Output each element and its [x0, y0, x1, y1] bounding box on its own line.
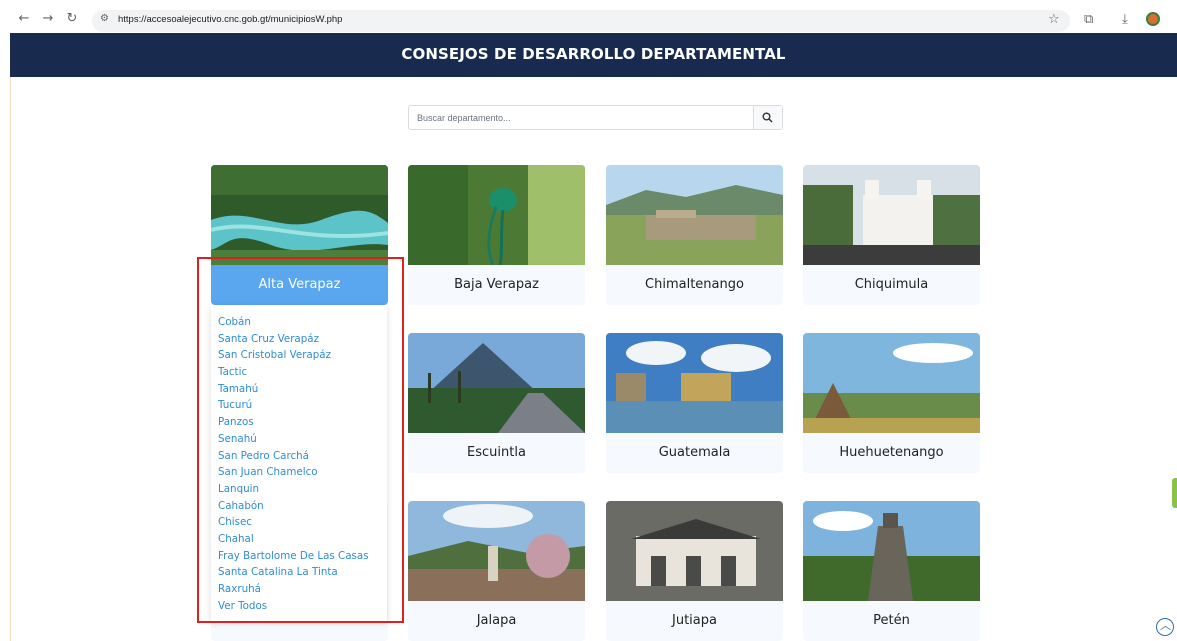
municipio-link[interactable]: Tactic — [211, 364, 387, 381]
municipio-link[interactable]: Cobán — [211, 314, 387, 331]
escuintla-image — [408, 333, 585, 433]
municipio-link[interactable]: Santa Catalina La Tinta — [211, 564, 387, 581]
department-name: Jalapa — [476, 613, 517, 628]
bookmark-star-icon[interactable]: ☆ — [1048, 12, 1060, 28]
chimaltenango-image — [606, 165, 783, 265]
municipio-link[interactable]: Tucurú — [211, 397, 387, 414]
department-name: Baja Verapaz — [454, 277, 539, 292]
municipios-dropdown: Cobán Santa Cruz Verapáz San Cristobal V… — [211, 305, 387, 621]
peten-image — [803, 501, 980, 601]
forward-icon[interactable]: → — [40, 11, 56, 27]
page-header: CONSEJOS DE DESARROLLO DEPARTAMENTAL — [10, 33, 1177, 77]
department-name: Chiquimula — [854, 277, 929, 292]
municipio-link[interactable]: Fray Bartolome De Las Casas — [211, 548, 387, 565]
municipio-link[interactable]: San Pedro Carchá — [211, 448, 387, 465]
department-name: Chimaltenango — [645, 277, 744, 292]
extensions-icon[interactable]: ⧉ — [1084, 12, 1093, 28]
department-name: Huehuetenango — [839, 445, 944, 460]
municipio-link[interactable]: San Juan Chamelco — [211, 464, 387, 481]
download-icon[interactable]: ⤓ — [1122, 12, 1128, 28]
municipio-link[interactable]: San Cristobal Verapáz — [211, 347, 387, 364]
baja-verapaz-image — [408, 165, 585, 265]
huehuetenango-image — [803, 333, 980, 433]
jalapa-image — [408, 501, 585, 601]
municipio-link[interactable]: Chisec — [211, 514, 387, 531]
department-card-jutiapa[interactable]: Jutiapa — [606, 501, 783, 641]
profile-avatar[interactable] — [1146, 12, 1160, 26]
municipio-link[interactable]: Cahabón — [211, 498, 387, 515]
department-name: Guatemala — [658, 445, 731, 460]
department-card-jalapa[interactable]: Jalapa — [408, 501, 585, 641]
search-input[interactable] — [417, 111, 747, 125]
chiquimula-image — [803, 165, 980, 265]
url-text: https://accesoalejecutivo.cnc.gob.gt/mun… — [118, 14, 343, 25]
search-icon — [762, 112, 773, 123]
alta-verapaz-image — [211, 165, 388, 265]
municipio-link[interactable]: Chahal — [211, 531, 387, 548]
department-card-chiquimula[interactable]: Chiquimula — [803, 165, 980, 305]
department-name: Petén — [873, 613, 910, 628]
side-feedback-tab[interactable] — [1172, 478, 1177, 508]
department-card-chimaltenango[interactable]: Chimaltenango — [606, 165, 783, 305]
address-bar[interactable]: ⚙ https://accesoalejecutivo.cnc.gob.gt/m… — [92, 10, 1070, 32]
ver-todos-link[interactable]: Ver Todos — [211, 598, 387, 615]
department-card-escuintla[interactable]: Escuintla — [408, 333, 585, 473]
search-button[interactable] — [753, 106, 782, 129]
municipio-link[interactable]: Lanquin — [211, 481, 387, 498]
department-card-alta-verapaz[interactable]: Alta Verapaz — [211, 165, 388, 305]
reload-icon[interactable]: ↻ — [64, 11, 80, 27]
guatemala-image — [606, 333, 783, 433]
department-card-baja-verapaz[interactable]: Baja Verapaz — [408, 165, 585, 305]
municipio-link[interactable]: Santa Cruz Verapáz — [211, 331, 387, 348]
municipio-link[interactable]: Senahú — [211, 431, 387, 448]
chevron-up-icon: ︿ — [1160, 619, 1171, 632]
department-card-huehuetenango[interactable]: Huehuetenango — [803, 333, 980, 473]
back-icon[interactable]: ← — [16, 11, 32, 27]
municipio-link[interactable]: Tamahú — [211, 381, 387, 398]
search-bar — [408, 105, 783, 130]
department-name: Escuintla — [467, 445, 526, 460]
municipio-link[interactable]: Panzos — [211, 414, 387, 431]
site-info-icon[interactable]: ⚙ — [100, 13, 109, 24]
page-left-border — [10, 77, 11, 641]
municipio-link[interactable]: Raxruhá — [211, 581, 387, 598]
jutiapa-image — [606, 501, 783, 601]
department-name: Alta Verapaz — [211, 265, 388, 305]
department-card-guatemala[interactable]: Guatemala — [606, 333, 783, 473]
department-name: Jutiapa — [672, 613, 717, 628]
scroll-to-top-button[interactable]: ︿ — [1156, 618, 1174, 636]
page-title: CONSEJOS DE DESARROLLO DEPARTAMENTAL — [401, 45, 786, 63]
department-card-peten[interactable]: Petén — [803, 501, 980, 641]
